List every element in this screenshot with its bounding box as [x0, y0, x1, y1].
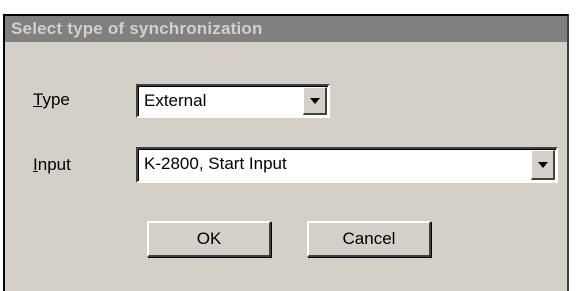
- type-label: Type: [33, 90, 70, 110]
- dialog-title: Select type of synchronization: [11, 19, 263, 38]
- title-bar[interactable]: Select type of synchronization: [5, 16, 567, 42]
- type-label-text: ype: [42, 90, 70, 109]
- ok-button[interactable]: OK: [147, 221, 271, 257]
- input-select[interactable]: K-2800, Start Input: [136, 147, 558, 183]
- input-dropdown-button[interactable]: [531, 150, 555, 180]
- type-select-value: External: [144, 91, 207, 110]
- chevron-down-icon: [309, 97, 320, 104]
- sync-dialog: Select type of synchronization Type Exte…: [3, 14, 569, 291]
- cancel-button[interactable]: Cancel: [307, 221, 431, 257]
- type-dropdown-button[interactable]: [303, 87, 327, 115]
- input-label: Input: [33, 155, 71, 175]
- input-label-text: nput: [37, 155, 71, 174]
- input-select-value: K-2800, Start Input: [144, 154, 287, 173]
- type-select[interactable]: External: [136, 84, 330, 118]
- chevron-down-icon: [537, 161, 548, 168]
